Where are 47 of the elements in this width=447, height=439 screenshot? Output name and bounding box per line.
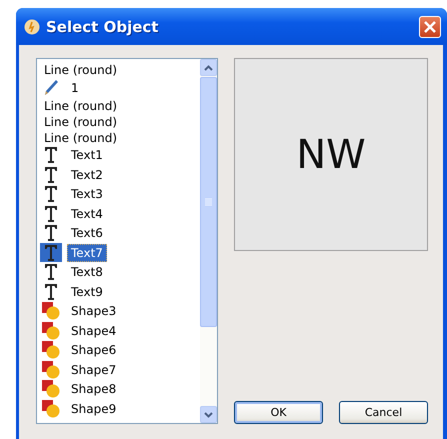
list-item[interactable]: Line (round): [37, 130, 200, 146]
close-icon: [424, 20, 436, 32]
caret-down-icon: [204, 412, 213, 418]
text-tool-icon: [44, 204, 58, 223]
scroll-down-button[interactable]: [200, 406, 217, 423]
list-item[interactable]: Text6: [37, 224, 200, 243]
list-item[interactable]: Line (round): [37, 62, 200, 78]
list-item[interactable]: Line (round): [37, 98, 200, 114]
list-item[interactable]: Shape9: [37, 399, 200, 418]
list-item[interactable]: 1: [37, 78, 200, 98]
text-tool-icon: [44, 185, 58, 204]
list-item[interactable]: Text7: [37, 243, 200, 262]
list-item[interactable]: Text3: [37, 184, 200, 204]
text-tool-icon: [44, 263, 58, 282]
shapes-icon: [42, 322, 60, 340]
list-item[interactable]: Line (round): [37, 114, 200, 130]
list-item[interactable]: Shape3: [37, 302, 200, 321]
list-item[interactable]: Text4: [37, 204, 200, 224]
list-item[interactable]: Text1: [37, 146, 200, 165]
list-item[interactable]: Shape8: [37, 380, 200, 399]
shapes-icon: [42, 380, 60, 398]
text-tool-icon: [44, 244, 58, 262]
scroll-up-button[interactable]: [200, 59, 217, 76]
text-tool-icon: [44, 224, 58, 242]
app-icon: [24, 18, 40, 34]
cancel-button[interactable]: Cancel: [339, 401, 428, 424]
list-item[interactable]: Shape6: [37, 340, 200, 360]
text-tool-icon: [44, 146, 58, 164]
list-item[interactable]: Shape4: [37, 321, 200, 340]
text-tool-icon: [44, 282, 58, 301]
preview-text: NW: [296, 132, 366, 178]
close-button[interactable]: [419, 16, 441, 38]
window-title: Select Object: [46, 18, 160, 36]
shapes-icon: [42, 400, 60, 418]
shapes-icon: [42, 360, 60, 379]
scrollbar-thumb[interactable]: [200, 77, 217, 327]
pen-icon: [44, 79, 58, 96]
list-item[interactable]: Text2: [37, 165, 200, 184]
caret-up-icon: [204, 64, 213, 70]
list-item[interactable]: Text9: [37, 282, 200, 302]
ok-button[interactable]: OK: [234, 401, 323, 424]
grip-icon: [205, 198, 212, 206]
text-tool-icon: [44, 166, 58, 184]
shapes-icon: [42, 302, 60, 320]
list-item[interactable]: Shape7: [37, 360, 200, 380]
shapes-icon: [42, 341, 60, 360]
list-item[interactable]: Text8: [37, 262, 200, 282]
